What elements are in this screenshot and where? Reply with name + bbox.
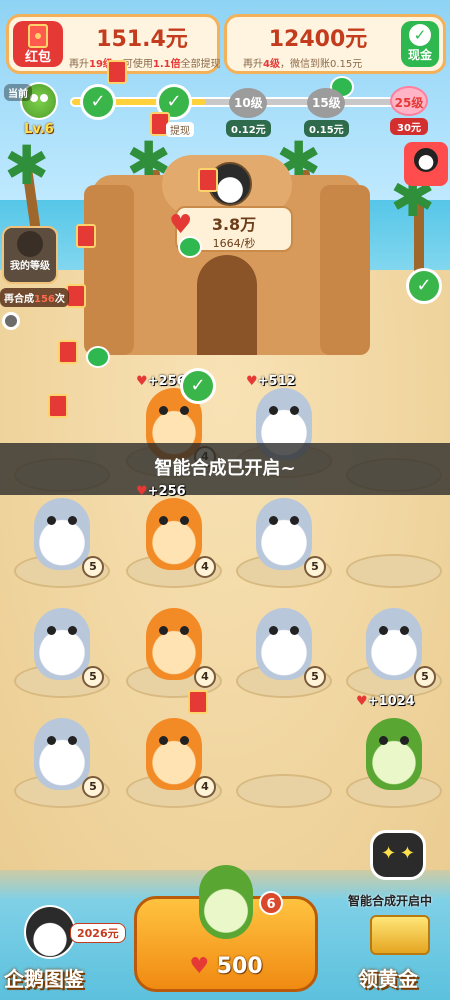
penguin-magnifier-icon: [24, 905, 76, 959]
claim-gold-label: 领黄金: [358, 967, 418, 991]
grid-cell[interactable]: ♥+1024: [346, 694, 442, 808]
level-node-label: 25级: [390, 86, 428, 116]
auto-merge-robot-icon[interactable]: [370, 830, 426, 880]
wechat-icon[interactable]: [86, 346, 110, 368]
grid-cell[interactable]: 5: [236, 492, 332, 588]
redpack-amount: 151.4元: [96, 27, 188, 52]
red-envelope-icon[interactable]: [58, 340, 78, 364]
white-penguin: [256, 498, 312, 570]
buy-price: ♥ 500: [189, 954, 263, 979]
orange-bird-sunglasses: [146, 608, 202, 680]
level-node-reward: 30元: [390, 118, 428, 135]
palm-tree-icon: ✱: [4, 134, 50, 197]
grid-cell[interactable]: 5: [346, 602, 442, 698]
dex-reward-tag: 2026元: [70, 923, 126, 943]
gold-bars-icon: [370, 915, 430, 955]
check-icon: ✓: [409, 24, 431, 46]
castle-door: [197, 255, 257, 355]
level-badge: 5: [414, 666, 436, 688]
level-badge: 5: [82, 666, 104, 688]
dex-label: 企鹅图鉴: [4, 967, 84, 991]
redpack-hint: 再升19级，可使用1.1倍全部提现: [69, 59, 221, 70]
level-node-label: 15级: [307, 88, 346, 118]
level-badge: 5: [304, 556, 326, 578]
castle-tower: [84, 185, 134, 355]
white-penguin: [34, 498, 90, 570]
level-badge: 5: [82, 776, 104, 798]
level-node-reward: 0.12元: [226, 120, 271, 137]
claim-gold-button[interactable]: 领黄金: [352, 905, 448, 995]
green-bird-coconut: [366, 718, 422, 790]
cash-button-label: 现金: [407, 48, 432, 62]
cash-button[interactable]: ✓ 现金: [401, 21, 439, 67]
level-node-25[interactable]: 25级 30元: [390, 86, 428, 135]
merge-again-counter: 再合成156次: [0, 288, 69, 307]
wechat-icon[interactable]: [178, 236, 202, 258]
level-badge: 4: [194, 556, 216, 578]
level-badge: 5: [304, 666, 326, 688]
white-penguin: [366, 608, 422, 680]
grid-cell[interactable]: ♥+256 4: [126, 484, 222, 588]
sand-pad: [236, 774, 332, 808]
earn-popup: ♥+512: [246, 374, 296, 389]
cash-amount: 12400元: [268, 27, 368, 52]
red-envelope-icon[interactable]: [107, 60, 127, 84]
white-penguin: [256, 608, 312, 680]
grid-cell[interactable]: 4: [126, 602, 222, 698]
earn-popup: ♥+256: [136, 484, 186, 499]
grid-cell-empty[interactable]: [236, 712, 332, 808]
current-label: 当前: [4, 84, 32, 101]
red-envelope-icon[interactable]: [198, 168, 218, 192]
level-badge: 5: [82, 556, 104, 578]
red-envelope-icon[interactable]: [76, 224, 96, 248]
penguin-level-icon: [17, 231, 43, 257]
level-node-label: 10级: [229, 88, 268, 118]
level-node-10[interactable]: 10级 0.12元: [226, 88, 271, 137]
buy-bird-button[interactable]: 6 ♥ 500: [134, 865, 318, 992]
castle-tower: [320, 185, 370, 355]
grid-cell[interactable]: 5: [14, 492, 110, 588]
check-icon: ✓: [180, 368, 216, 404]
earn-popup: ♥+256: [136, 374, 186, 389]
buy-level-badge: 6: [259, 891, 283, 915]
check-icon[interactable]: ✓: [406, 268, 442, 304]
white-penguin: [34, 608, 90, 680]
white-penguin: [34, 718, 90, 790]
grid-cell-empty[interactable]: [346, 492, 442, 588]
red-envelope-icon[interactable]: [66, 284, 86, 308]
level-badge: 4: [194, 776, 216, 798]
red-envelope-icon[interactable]: [188, 690, 208, 714]
grid-cell[interactable]: 5: [14, 602, 110, 698]
sand-pad: [346, 554, 442, 588]
completed-node-check-icon: ✓: [80, 84, 116, 120]
my-level-label: 我的等级: [10, 261, 50, 272]
level-badge: 4: [194, 666, 216, 688]
penguin-gift-icon[interactable]: [404, 142, 448, 186]
penguin-dex-button[interactable]: 2026元 企鹅图鉴: [4, 905, 130, 995]
red-envelope-icon: [28, 24, 48, 48]
grid-cell[interactable]: 4: [126, 712, 222, 808]
gear-icon[interactable]: [2, 312, 20, 330]
production-total: 3.8万: [211, 215, 257, 234]
cash-panel[interactable]: 12400元 再升4级，微信到账0.15元 ✓ 现金: [224, 14, 446, 74]
orange-bird-sunglasses: [146, 718, 202, 790]
heart-icon: ♥: [189, 954, 210, 979]
cash-hint: 再升4级，微信到账0.15元: [243, 59, 363, 70]
toast-message: 智能合成已开启~: [0, 443, 450, 495]
green-bird-coconut: [199, 865, 253, 939]
earn-popup: ♥+1024: [356, 694, 415, 709]
redpack-badge[interactable]: 红包: [13, 21, 63, 67]
redpack-label: 红包: [24, 50, 51, 65]
my-level-button[interactable]: 我的等级: [2, 226, 58, 284]
grid-cell[interactable]: 5: [236, 602, 332, 698]
grid-cell[interactable]: 5: [14, 712, 110, 808]
orange-bird: [146, 498, 202, 570]
